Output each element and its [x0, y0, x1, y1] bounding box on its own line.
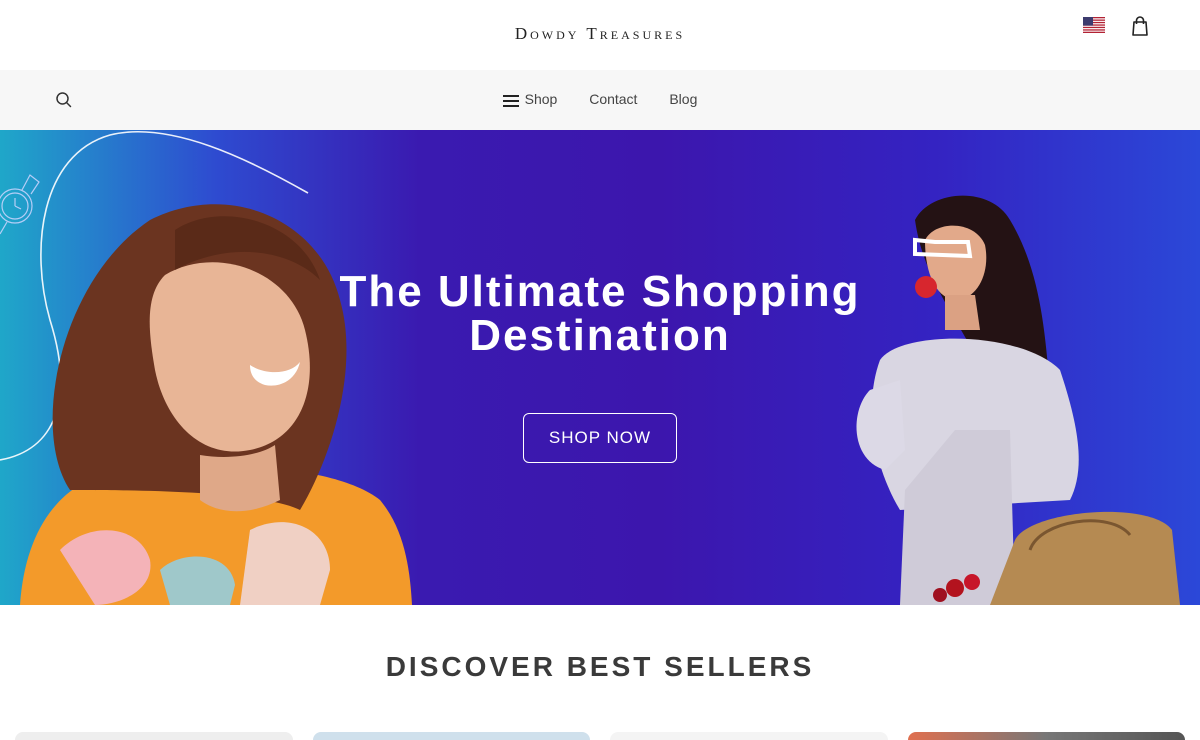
brand-name[interactable]: Dowdy Treasures: [515, 24, 685, 44]
nav-item-label: Shop: [524, 91, 558, 108]
watch-sketch-icon: [0, 174, 40, 235]
top-header: Dowdy Treasures: [0, 0, 1200, 70]
product-card[interactable]: [610, 732, 888, 740]
shopping-bag-icon[interactable]: [1129, 14, 1151, 38]
nav-menu: Shop Contact Blog: [0, 90, 1200, 107]
hero-title-line2: Destination: [469, 311, 731, 360]
main-navbar: Shop Contact Blog: [0, 70, 1200, 130]
nav-item-shop[interactable]: Shop: [502, 91, 558, 108]
right-model-photo: [856, 195, 1180, 605]
best-sellers-heading: DISCOVER BEST SELLERS: [385, 651, 815, 682]
product-card[interactable]: [908, 732, 1185, 740]
nav-item-blog[interactable]: Blog: [669, 91, 697, 107]
product-card[interactable]: [313, 732, 590, 740]
brand-logo[interactable]: Dowdy Treasures: [0, 24, 1200, 44]
nav-item-contact[interactable]: Contact: [589, 91, 637, 107]
product-card[interactable]: [15, 732, 293, 740]
hero-title: The Ultimate Shopping Destination: [300, 270, 900, 358]
left-model-photo: [20, 204, 412, 605]
hamburger-menu-icon: [502, 94, 519, 107]
hero-banner: The Ultimate Shopping Destination SHOP N…: [0, 130, 1200, 605]
hero-title-line1: The Ultimate Shopping: [339, 267, 861, 316]
us-flag-icon[interactable]: [1083, 17, 1105, 33]
shop-now-button[interactable]: SHOP NOW: [523, 413, 677, 463]
hero-artwork: [0, 130, 1180, 605]
